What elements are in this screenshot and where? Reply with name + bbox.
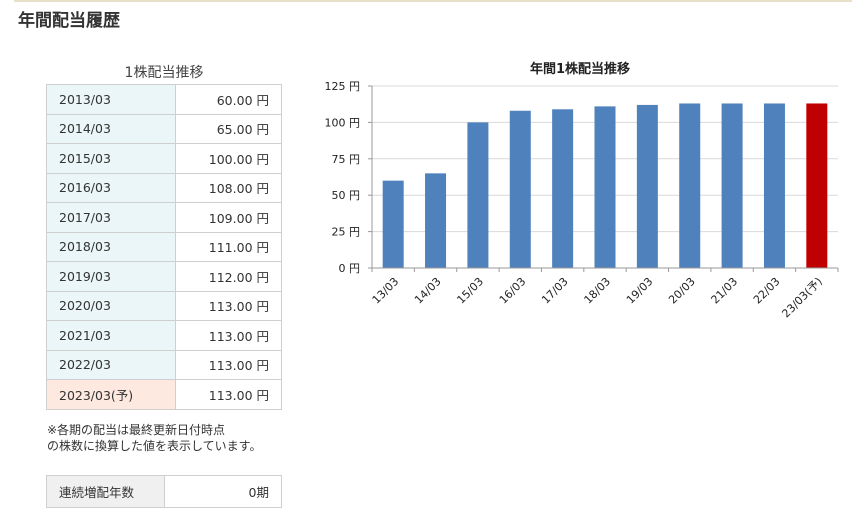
bar (721, 103, 743, 268)
x-tick-label: 15/03 (454, 275, 486, 307)
bar (425, 173, 447, 268)
x-tick-label: 14/03 (412, 275, 444, 307)
x-tick-label: 18/03 (582, 275, 614, 307)
x-tick-label: 17/03 (539, 275, 571, 307)
bar (382, 180, 404, 268)
bar (594, 106, 616, 268)
bar (806, 103, 828, 268)
x-tick-label: 19/03 (624, 275, 656, 307)
x-tick-label: 13/03 (370, 275, 402, 307)
x-tick-label: 22/03 (751, 275, 783, 307)
dividend-bar-chart: 0 円 25 円 50 円 75 円 100 円 125 円 13/03 14/03 15/03… (325, 80, 839, 320)
bar (636, 104, 658, 268)
y-tick-label: 25 円 (332, 226, 361, 239)
y-tick-label: 50 円 (332, 189, 361, 202)
x-tick-label: 16/03 (497, 275, 529, 307)
y-tick-label: 100 円 (325, 116, 361, 129)
bar (509, 110, 531, 268)
bar (679, 103, 701, 268)
y-tick-label: 75 円 (332, 153, 361, 166)
bar (763, 103, 785, 268)
bar (467, 122, 489, 269)
x-tick-label: 23/03(予) (779, 275, 824, 320)
x-tick-label: 21/03 (709, 275, 741, 307)
x-tick-label: 20/03 (666, 275, 698, 307)
y-tick-label: 125 円 (325, 80, 361, 93)
bar (552, 109, 574, 269)
y-tick-label: 0 円 (339, 262, 361, 275)
